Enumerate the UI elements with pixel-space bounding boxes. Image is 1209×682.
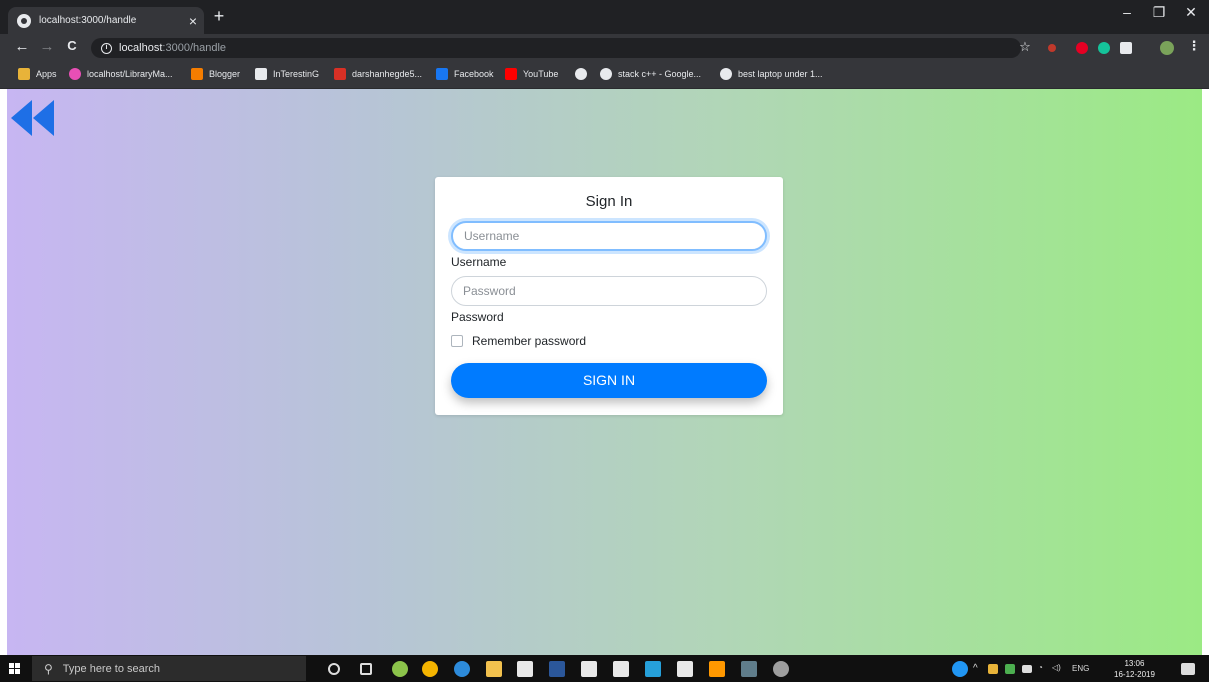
forward-nav-button[interactable]: → bbox=[38, 38, 56, 55]
sign-in-title: Sign In bbox=[585, 193, 633, 210]
remember-checkbox[interactable] bbox=[451, 335, 463, 347]
mail-icon[interactable] bbox=[581, 661, 597, 677]
windows-start-icon[interactable] bbox=[9, 663, 21, 675]
new-tab-button[interactable]: + bbox=[208, 6, 230, 27]
library-icon bbox=[69, 68, 81, 80]
bookmark-blogger[interactable]: Blogger bbox=[191, 68, 240, 80]
bookmark-label: localhost/LibraryMa... bbox=[87, 69, 173, 79]
tab-title: localhost:3000/handle bbox=[39, 15, 137, 26]
bookmark-library[interactable]: localhost/LibraryMa... bbox=[69, 68, 173, 80]
globe-icon bbox=[17, 13, 31, 28]
reload-button[interactable]: C bbox=[63, 38, 81, 53]
bookmark-label: best laptop under 1... bbox=[738, 69, 823, 79]
language-indicator[interactable]: ENG bbox=[1072, 664, 1089, 673]
tray-icon[interactable] bbox=[988, 664, 998, 674]
word-icon[interactable] bbox=[549, 661, 565, 677]
bookmark-apps[interactable]: Apps bbox=[18, 68, 57, 80]
search-icon: ⚲ bbox=[44, 661, 53, 676]
page-icon bbox=[255, 68, 267, 80]
browser-toolbar: ← → C i localhost:3000/handle ☆ ⋮ bbox=[0, 34, 1209, 62]
globe-icon bbox=[575, 68, 587, 80]
file-explorer-icon[interactable] bbox=[486, 661, 502, 677]
close-window-button[interactable]: ✕ bbox=[1177, 4, 1205, 21]
task-view-icon[interactable] bbox=[360, 663, 372, 675]
menu-icon[interactable]: ⋮ bbox=[1185, 38, 1203, 54]
tray-chevron-icon[interactable]: ^ bbox=[973, 663, 978, 674]
edge-icon[interactable] bbox=[454, 661, 470, 677]
chrome-icon[interactable] bbox=[422, 661, 438, 677]
address-host: localhost bbox=[119, 42, 163, 54]
tab-close-button[interactable]: × bbox=[182, 13, 204, 29]
bookmark-interesting[interactable]: InTerestinG bbox=[255, 68, 319, 80]
clock[interactable]: 13:06 16-12-2019 bbox=[1114, 658, 1155, 680]
taskbar-search-placeholder: Type here to search bbox=[62, 662, 161, 675]
help-icon[interactable] bbox=[952, 661, 968, 677]
bookmark-laptop[interactable]: best laptop under 1... bbox=[720, 68, 823, 80]
back-nav-button[interactable]: ← bbox=[13, 38, 31, 55]
wifi-icon[interactable]: ◔ bbox=[1038, 663, 1043, 672]
dropbox-icon[interactable] bbox=[613, 661, 629, 677]
store-icon[interactable] bbox=[517, 661, 533, 677]
bookmark-label: Facebook bbox=[454, 69, 494, 79]
profile-avatar[interactable] bbox=[1160, 41, 1174, 55]
remember-row[interactable]: Remember password bbox=[451, 334, 586, 348]
address-path: :3000/handle bbox=[162, 42, 227, 54]
taskbar-search[interactable]: ⚲ Type here to search bbox=[32, 656, 306, 681]
bookmark-youtube[interactable]: YouTube bbox=[505, 68, 558, 80]
browser-tab-bar: localhost:3000/handle × + – ❐ ✕ bbox=[0, 0, 1209, 34]
page-background: Sign In Username Password Remember passw… bbox=[7, 89, 1202, 655]
password-label: Password bbox=[451, 310, 504, 324]
bookmark-globe[interactable] bbox=[575, 68, 593, 80]
mail-icon bbox=[334, 68, 346, 80]
youtube-icon bbox=[505, 68, 517, 80]
paint-icon[interactable] bbox=[773, 661, 789, 677]
bookmark-label: Apps bbox=[36, 69, 57, 79]
bookmark-label: YouTube bbox=[523, 69, 559, 79]
notification-icon[interactable] bbox=[1181, 663, 1195, 675]
bookmark-gmail[interactable]: darshanhegde5... bbox=[334, 68, 422, 80]
battery-icon[interactable] bbox=[1022, 665, 1032, 673]
facebook-icon bbox=[436, 68, 448, 80]
clock-time: 13:06 bbox=[1124, 659, 1145, 668]
restore-button[interactable]: ❐ bbox=[1145, 4, 1173, 21]
google-icon bbox=[600, 68, 612, 80]
blogger-icon bbox=[191, 68, 203, 80]
double-chevron-left-icon[interactable] bbox=[11, 100, 57, 136]
minimize-button[interactable]: – bbox=[1113, 4, 1141, 20]
bookmark-facebook[interactable]: Facebook bbox=[436, 68, 494, 80]
extension-k-icon[interactable] bbox=[1048, 44, 1056, 52]
grammarly-icon[interactable] bbox=[1098, 42, 1110, 54]
info-icon[interactable]: i bbox=[101, 42, 112, 54]
volume-icon[interactable]: ◁) bbox=[1052, 663, 1061, 672]
sign-in-card: Sign In Username Password Remember passw… bbox=[435, 177, 783, 415]
bookmark-label: darshanhegde5... bbox=[352, 69, 423, 79]
cortana-icon[interactable] bbox=[328, 663, 340, 675]
browser-tab[interactable]: localhost:3000/handle × bbox=[8, 7, 204, 34]
bookmark-stack[interactable]: stack c++ - Google... bbox=[600, 68, 701, 80]
tray-icon[interactable] bbox=[1005, 664, 1015, 674]
windows-taskbar: ⚲ Type here to search ^ ◔ ◁) ENG 13:06 1… bbox=[0, 655, 1209, 682]
password-input[interactable] bbox=[451, 276, 767, 306]
android-studio-icon[interactable] bbox=[392, 661, 408, 677]
clock-date: 16-12-2019 bbox=[1114, 670, 1155, 679]
sublime-icon[interactable] bbox=[709, 661, 725, 677]
terminal-icon[interactable] bbox=[677, 661, 693, 677]
extension-icon[interactable] bbox=[1120, 42, 1132, 54]
apps-grid-icon bbox=[18, 68, 30, 80]
bookmark-label: InTerestinG bbox=[273, 69, 320, 79]
bookmark-label: Blogger bbox=[209, 69, 241, 79]
star-icon[interactable]: ☆ bbox=[1016, 39, 1034, 55]
username-label: Username bbox=[451, 255, 507, 269]
remember-label[interactable]: Remember password bbox=[472, 334, 586, 348]
bookmark-label: stack c++ - Google... bbox=[618, 69, 702, 79]
pinterest-icon[interactable] bbox=[1076, 42, 1088, 54]
username-input[interactable] bbox=[451, 221, 767, 251]
google-icon bbox=[720, 68, 732, 80]
vscode-icon[interactable] bbox=[645, 661, 661, 677]
bookmarks-bar: Apps localhost/LibraryMa... Blogger InTe… bbox=[0, 62, 1209, 89]
sign-in-button[interactable]: SIGN IN bbox=[451, 363, 767, 398]
virtualbox-icon[interactable] bbox=[741, 661, 757, 677]
address-bar[interactable]: i localhost:3000/handle bbox=[91, 38, 1021, 58]
